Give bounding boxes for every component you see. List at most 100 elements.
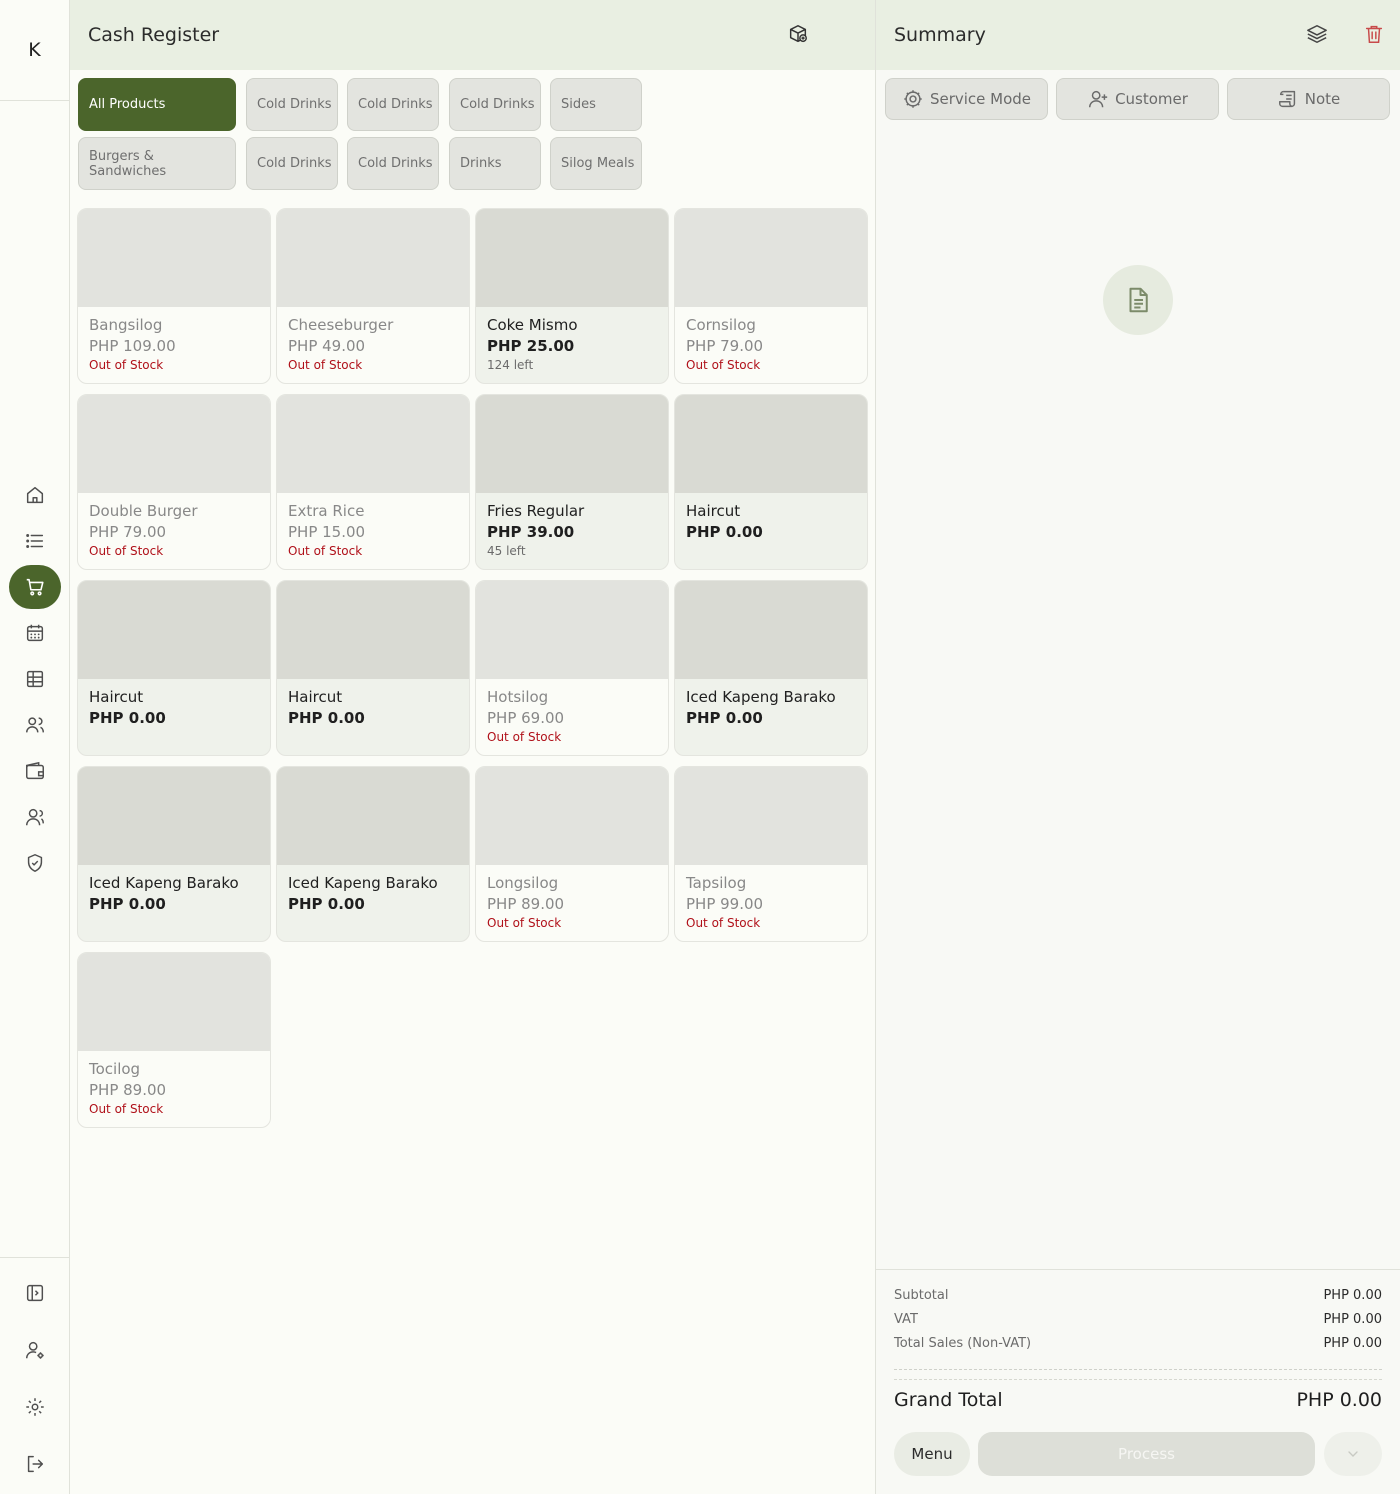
nav-logout[interactable] — [0, 1435, 69, 1492]
category-tab[interactable]: Cold Drinks — [347, 137, 439, 190]
category-tab[interactable]: Cold Drinks — [246, 78, 338, 131]
product-stock: Out of Stock — [487, 916, 562, 930]
product-name: Iced Kapeng Barako — [288, 874, 438, 892]
product-info: Cornsilog PHP 79.00 Out of Stock — [675, 307, 867, 381]
product-card[interactable]: Cornsilog PHP 79.00 Out of Stock — [674, 208, 868, 384]
category-tab[interactable]: Cold Drinks — [347, 78, 439, 131]
product-card[interactable]: Longsilog PHP 89.00 Out of Stock — [475, 766, 669, 942]
category-tab[interactable]: Sides — [550, 78, 642, 131]
product-stock: 45 left — [487, 544, 526, 558]
product-card[interactable]: Bangsilog PHP 109.00 Out of Stock — [77, 208, 271, 384]
nav-tables[interactable] — [0, 656, 69, 702]
product-card[interactable]: Cheeseburger PHP 49.00 Out of Stock — [276, 208, 470, 384]
rail-bottom — [0, 1257, 69, 1492]
product-card[interactable]: Haircut PHP 0.00 — [674, 394, 868, 570]
product-card[interactable]: Fries Regular PHP 39.00 45 left — [475, 394, 669, 570]
subtotal-value: PHP 0.00 — [1323, 1288, 1382, 1303]
product-info: Haircut PHP 0.00 — [277, 679, 469, 737]
product-name: Cornsilog — [686, 316, 756, 334]
product-price: PHP 39.00 — [487, 523, 575, 541]
product-info: Haircut PHP 0.00 — [675, 493, 867, 551]
process-button[interactable]: Process — [978, 1432, 1315, 1476]
customer-button[interactable]: Customer — [1056, 78, 1219, 120]
nav-user-settings[interactable] — [0, 1321, 69, 1378]
empty-order-indicator — [1103, 265, 1173, 335]
product-image — [675, 395, 867, 493]
product-name: Tapsilog — [686, 874, 747, 892]
nav-users[interactable] — [0, 702, 69, 748]
product-card[interactable]: Iced Kapeng Barako PHP 0.00 — [276, 766, 470, 942]
product-card[interactable]: Hotsilog PHP 69.00 Out of Stock — [475, 580, 669, 756]
nav-home[interactable] — [0, 472, 69, 518]
nav-wallet[interactable] — [0, 748, 69, 794]
nav-security[interactable] — [0, 840, 69, 886]
product-image — [277, 395, 469, 493]
product-name: Iced Kapeng Barako — [89, 874, 239, 892]
category-tab[interactable]: All Products — [78, 78, 236, 131]
shield-icon — [27, 854, 42, 872]
gear-icon — [25, 1397, 44, 1416]
user-settings-icon — [25, 1341, 44, 1359]
product-image — [78, 581, 270, 679]
home-icon — [26, 486, 43, 504]
product-image — [675, 209, 867, 307]
product-name: Haircut — [288, 688, 343, 706]
nav-settings[interactable] — [0, 1378, 69, 1435]
add-user-icon — [1089, 90, 1108, 108]
product-price: PHP 69.00 — [487, 709, 565, 727]
product-card[interactable]: Iced Kapeng Barako PHP 0.00 — [674, 580, 868, 756]
product-card[interactable]: Double Burger PHP 79.00 Out of Stock — [77, 394, 271, 570]
vat-label: VAT — [894, 1312, 918, 1327]
product-info: Haircut PHP 0.00 — [78, 679, 270, 737]
product-price: PHP 89.00 — [487, 895, 565, 913]
nav-list[interactable] — [0, 518, 69, 564]
product-price: PHP 0.00 — [89, 895, 166, 913]
product-price: PHP 89.00 — [89, 1081, 167, 1099]
product-card[interactable]: Tocilog PHP 89.00 Out of Stock — [77, 952, 271, 1128]
logout-icon — [27, 1455, 43, 1472]
more-options-button[interactable] — [1324, 1432, 1382, 1476]
nav-team[interactable] — [0, 794, 69, 840]
product-card[interactable]: Iced Kapeng Barako PHP 0.00 — [77, 766, 271, 942]
category-tab[interactable]: Burgers & Sandwiches — [78, 137, 236, 190]
category-tab[interactable]: Cold Drinks — [246, 137, 338, 190]
nav-calendar[interactable] — [0, 610, 69, 656]
service-mode-button[interactable]: Service Mode — [885, 78, 1048, 120]
note-button[interactable]: Note — [1227, 78, 1390, 120]
product-price: PHP 25.00 — [487, 337, 575, 355]
product-card[interactable]: Extra Rice PHP 15.00 Out of Stock — [276, 394, 470, 570]
product-card[interactable]: Haircut PHP 0.00 — [276, 580, 470, 756]
table-icon — [26, 670, 43, 688]
layers-button[interactable] — [1306, 23, 1328, 45]
product-card[interactable]: Haircut PHP 0.00 — [77, 580, 271, 756]
add-product-button[interactable] — [787, 23, 811, 47]
product-stock: Out of Stock — [487, 730, 562, 744]
product-image — [476, 581, 668, 679]
nav-collapse[interactable] — [0, 1264, 69, 1321]
product-price: PHP 99.00 — [686, 895, 764, 913]
product-info: Longsilog PHP 89.00 Out of Stock — [476, 865, 668, 939]
product-name: Cheeseburger — [288, 316, 394, 334]
product-image — [277, 767, 469, 865]
product-name: Bangsilog — [89, 316, 163, 334]
category-tab[interactable]: Cold Drinks — [449, 78, 541, 131]
summary-header: Summary — [876, 0, 1400, 70]
list-icon — [25, 534, 43, 548]
product-stock: Out of Stock — [288, 358, 363, 372]
nav-cart[interactable] — [0, 564, 69, 610]
non-vat-label: Total Sales (Non-VAT) — [894, 1336, 1032, 1351]
app-logo: K — [0, 0, 69, 101]
grand-total-label: Grand Total — [894, 1389, 1003, 1411]
category-tab[interactable]: Drinks — [449, 137, 541, 190]
product-card[interactable]: Tapsilog PHP 99.00 Out of Stock — [674, 766, 868, 942]
menu-button[interactable]: Menu — [894, 1432, 970, 1476]
category-tab[interactable]: Silog Meals — [550, 137, 642, 190]
clear-order-button[interactable] — [1363, 23, 1385, 45]
product-stock: Out of Stock — [89, 1102, 164, 1116]
product-name: Tocilog — [89, 1060, 141, 1078]
product-info: Iced Kapeng Barako PHP 0.00 — [675, 679, 867, 737]
trash-icon — [1365, 25, 1383, 43]
product-card[interactable]: Coke Mismo PHP 25.00 124 left — [475, 208, 669, 384]
product-info: Bangsilog PHP 109.00 Out of Stock — [78, 307, 270, 381]
product-name: Iced Kapeng Barako — [686, 688, 836, 706]
